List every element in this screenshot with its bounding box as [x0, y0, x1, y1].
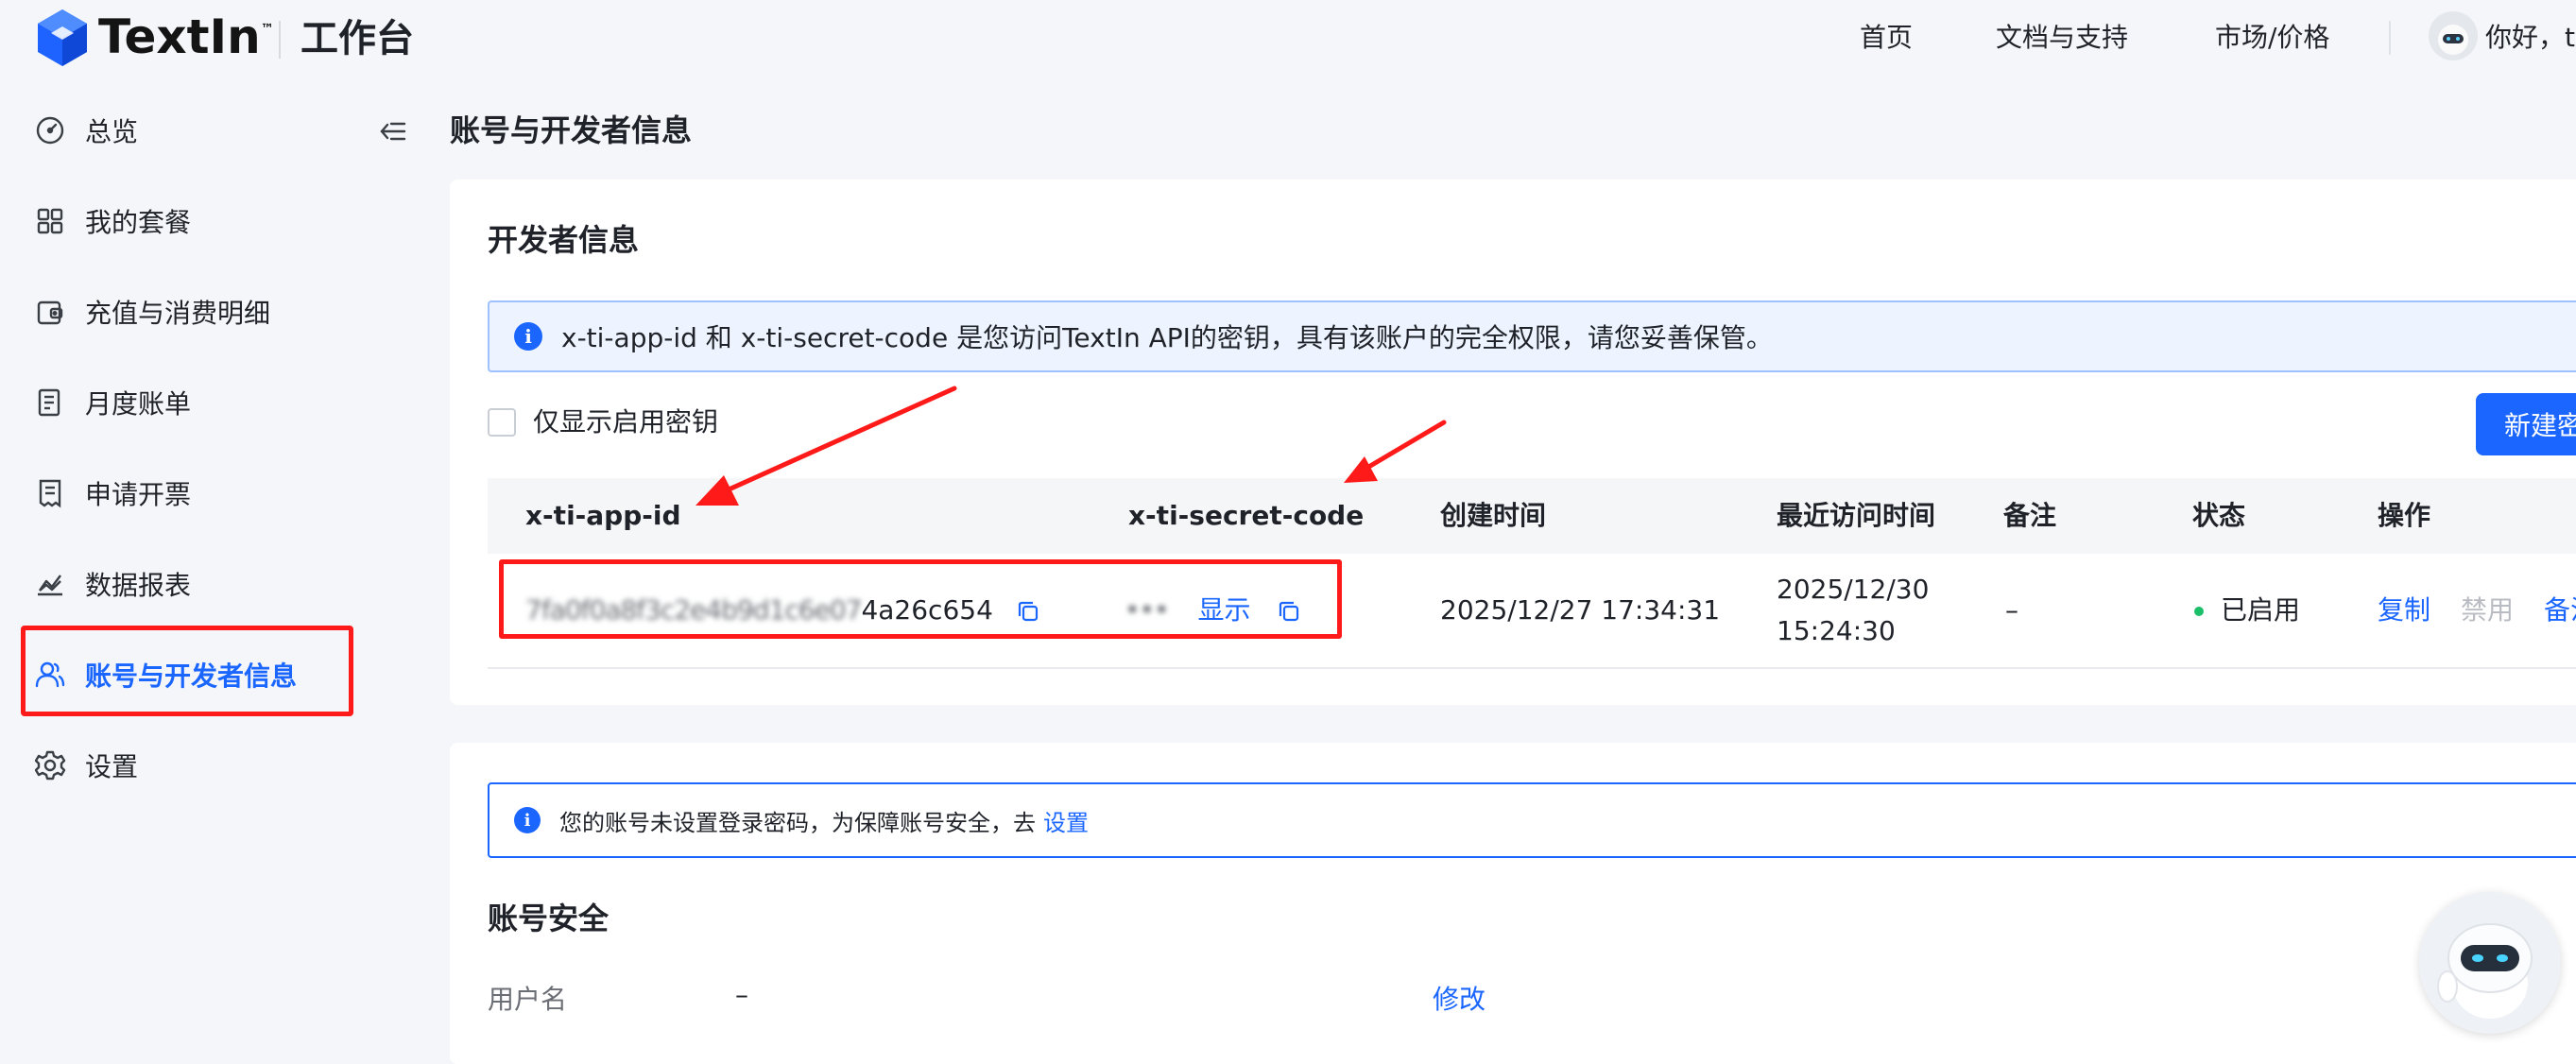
- wallet-icon: [37, 300, 63, 325]
- password-notice: i 您的账号未设置登录密码，为保障账号安全，去 设置: [488, 782, 2576, 858]
- sidebar-item-billing-details[interactable]: 充值与消费明细: [34, 285, 270, 338]
- col-status: 状态: [2192, 500, 2246, 531]
- new-key-button[interactable]: 新建密: [2476, 393, 2576, 455]
- assistant-bot-button[interactable]: [2419, 892, 2561, 1034]
- info-icon: i: [514, 807, 541, 833]
- sidebar-item-settings[interactable]: 设置: [34, 739, 138, 792]
- status-dot: [2194, 607, 2204, 616]
- edit-username-link[interactable]: 修改: [1433, 979, 1485, 1017]
- collapse-sidebar-icon[interactable]: [376, 115, 408, 147]
- textin-logo-icon[interactable]: [36, 8, 89, 68]
- username-value: –: [735, 979, 748, 1010]
- note-cell: –: [2005, 594, 2018, 626]
- sidebar-item-label: 我的套餐: [85, 207, 192, 238]
- col-actions: 操作: [2378, 500, 2431, 531]
- highlight-box-keys: [499, 559, 1342, 639]
- page-title: 账号与开发者信息: [450, 112, 693, 148]
- annotation-arrows: [696, 386, 1447, 506]
- note-action-link[interactable]: 备注: [2544, 590, 2576, 631]
- sidebar-item-overview[interactable]: 总览: [34, 104, 138, 157]
- user-greeting[interactable]: 你好，t: [2485, 15, 2575, 60]
- top-bar: TextIn™ 工作台 首页 文档与支持 市场/价格 你好，t: [0, 0, 2576, 76]
- header-divider: [279, 21, 281, 59]
- robot-avatar-icon: [2438, 25, 2468, 55]
- nav-home-link[interactable]: 首页: [1860, 15, 1913, 60]
- document-icon: [38, 388, 60, 417]
- status-badge: 已启用: [2194, 590, 2300, 631]
- col-note: 备注: [2003, 500, 2057, 531]
- gear-icon: [34, 750, 66, 781]
- account-security-title: 账号安全: [488, 901, 610, 936]
- sidebar-item-plans[interactable]: 我的套餐: [34, 195, 191, 248]
- chart-icon: [38, 575, 62, 596]
- sidebar-item-invoice[interactable]: 申请开票: [34, 467, 191, 520]
- last-access-time: 15:24:30: [1777, 615, 1896, 646]
- api-key-notice: i x-ti-app-id 和 x-ti-secret-code 是您访问Tex…: [488, 300, 2576, 372]
- sidebar-item-label: 申请开票: [85, 479, 192, 510]
- sidebar-item-label: 设置: [85, 751, 139, 782]
- last-access-date: 2025/12/30: [1777, 574, 1930, 605]
- info-icon: i: [514, 322, 542, 351]
- grid-icon: [37, 208, 63, 234]
- brand-name[interactable]: TextIn™: [98, 6, 274, 68]
- workbench-title: 工作台: [301, 17, 414, 60]
- created-time-cell: 2025/12/27 17:34:31: [1440, 594, 1721, 626]
- sidebar-item-label: 数据报表: [85, 570, 192, 601]
- disable-action-link[interactable]: 禁用: [2461, 590, 2514, 631]
- nav-divider: [2389, 21, 2391, 55]
- robot-assistant-icon: [2437, 923, 2533, 1019]
- last-access-cell: 2025/12/30 15:24:30: [1777, 569, 1929, 652]
- sidebar-item-label: 月度账单: [85, 388, 192, 420]
- sidebar-item-monthly-bill[interactable]: 月度账单: [34, 376, 191, 429]
- api-key-notice-text: x-ti-app-id 和 x-ti-secret-code 是您访问TextI…: [561, 322, 1773, 353]
- col-app-id: x-ti-app-id: [525, 500, 681, 531]
- sidebar-item-label: 充值与消费明细: [85, 298, 271, 329]
- dashboard-icon: [36, 116, 64, 145]
- password-settings-link[interactable]: 设置: [1043, 804, 1089, 837]
- enabled-only-checkbox[interactable]: [488, 408, 516, 437]
- username-label: 用户名: [488, 984, 568, 1015]
- col-last-access: 最近访问时间: [1777, 500, 1936, 531]
- nav-docs-link[interactable]: 文档与支持: [1996, 15, 2128, 60]
- copy-action-link[interactable]: 复制: [2378, 590, 2430, 631]
- row-divider: [488, 667, 2576, 669]
- nav-market-link[interactable]: 市场/价格: [2215, 15, 2329, 60]
- sidebar-item-label: 总览: [85, 116, 139, 147]
- developer-info-title: 开发者信息: [488, 222, 640, 258]
- sidebar-item-reports[interactable]: 数据报表: [34, 558, 191, 610]
- avatar[interactable]: [2429, 11, 2478, 60]
- highlight-box-sidebar: [21, 626, 353, 716]
- receipt-icon: [39, 479, 61, 508]
- password-notice-text: 您的账号未设置登录密码，为保障账号安全，去: [559, 809, 1036, 836]
